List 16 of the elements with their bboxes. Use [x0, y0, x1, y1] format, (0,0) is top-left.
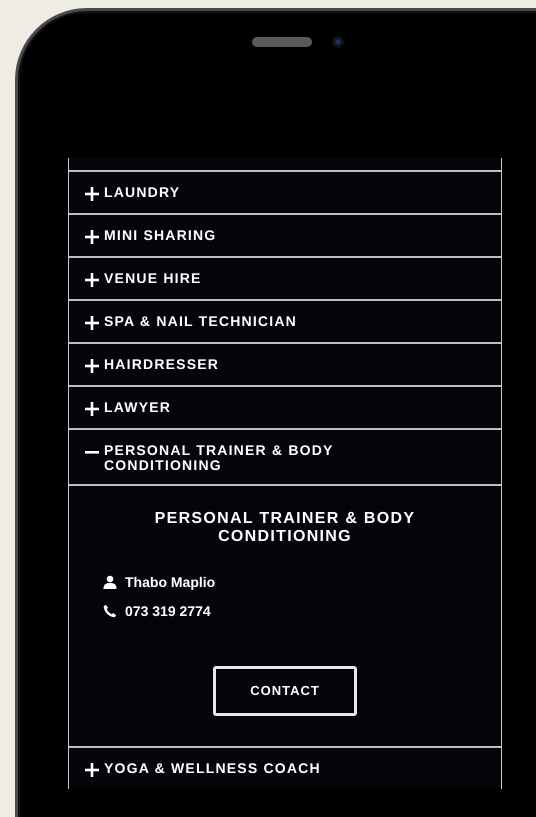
accordion-header[interactable]: HAIRDRESSER	[69, 342, 501, 385]
speaker-grille	[252, 37, 312, 47]
accordion-header[interactable]: LAUNDRY	[69, 170, 501, 213]
accordion-header[interactable]: YOGA & WELLNESS COACH	[69, 746, 501, 789]
phone-icon	[103, 604, 117, 618]
accordion-header[interactable]: MINI SHARING	[69, 213, 501, 256]
camera-lens	[332, 36, 344, 48]
accordion-header[interactable]: VENUE HIRE	[69, 256, 501, 299]
contact-name: Thabo Maplio	[125, 572, 216, 592]
panel-heading: PERSONAL TRAINER & BODY CONDITIONING	[154, 510, 416, 546]
person-icon	[103, 575, 117, 590]
accordion-header[interactable]: SPA & NAIL TECHNICIAN	[69, 299, 501, 342]
phone-number: 073 319 2774	[125, 602, 211, 621]
accordion-header[interactable]: PERSONAL TRAINER & BODY CONDITIONING	[69, 428, 501, 484]
contact-button[interactable]: CONTACT	[213, 666, 357, 716]
accordion-header[interactable]: LAWYER	[69, 385, 501, 428]
